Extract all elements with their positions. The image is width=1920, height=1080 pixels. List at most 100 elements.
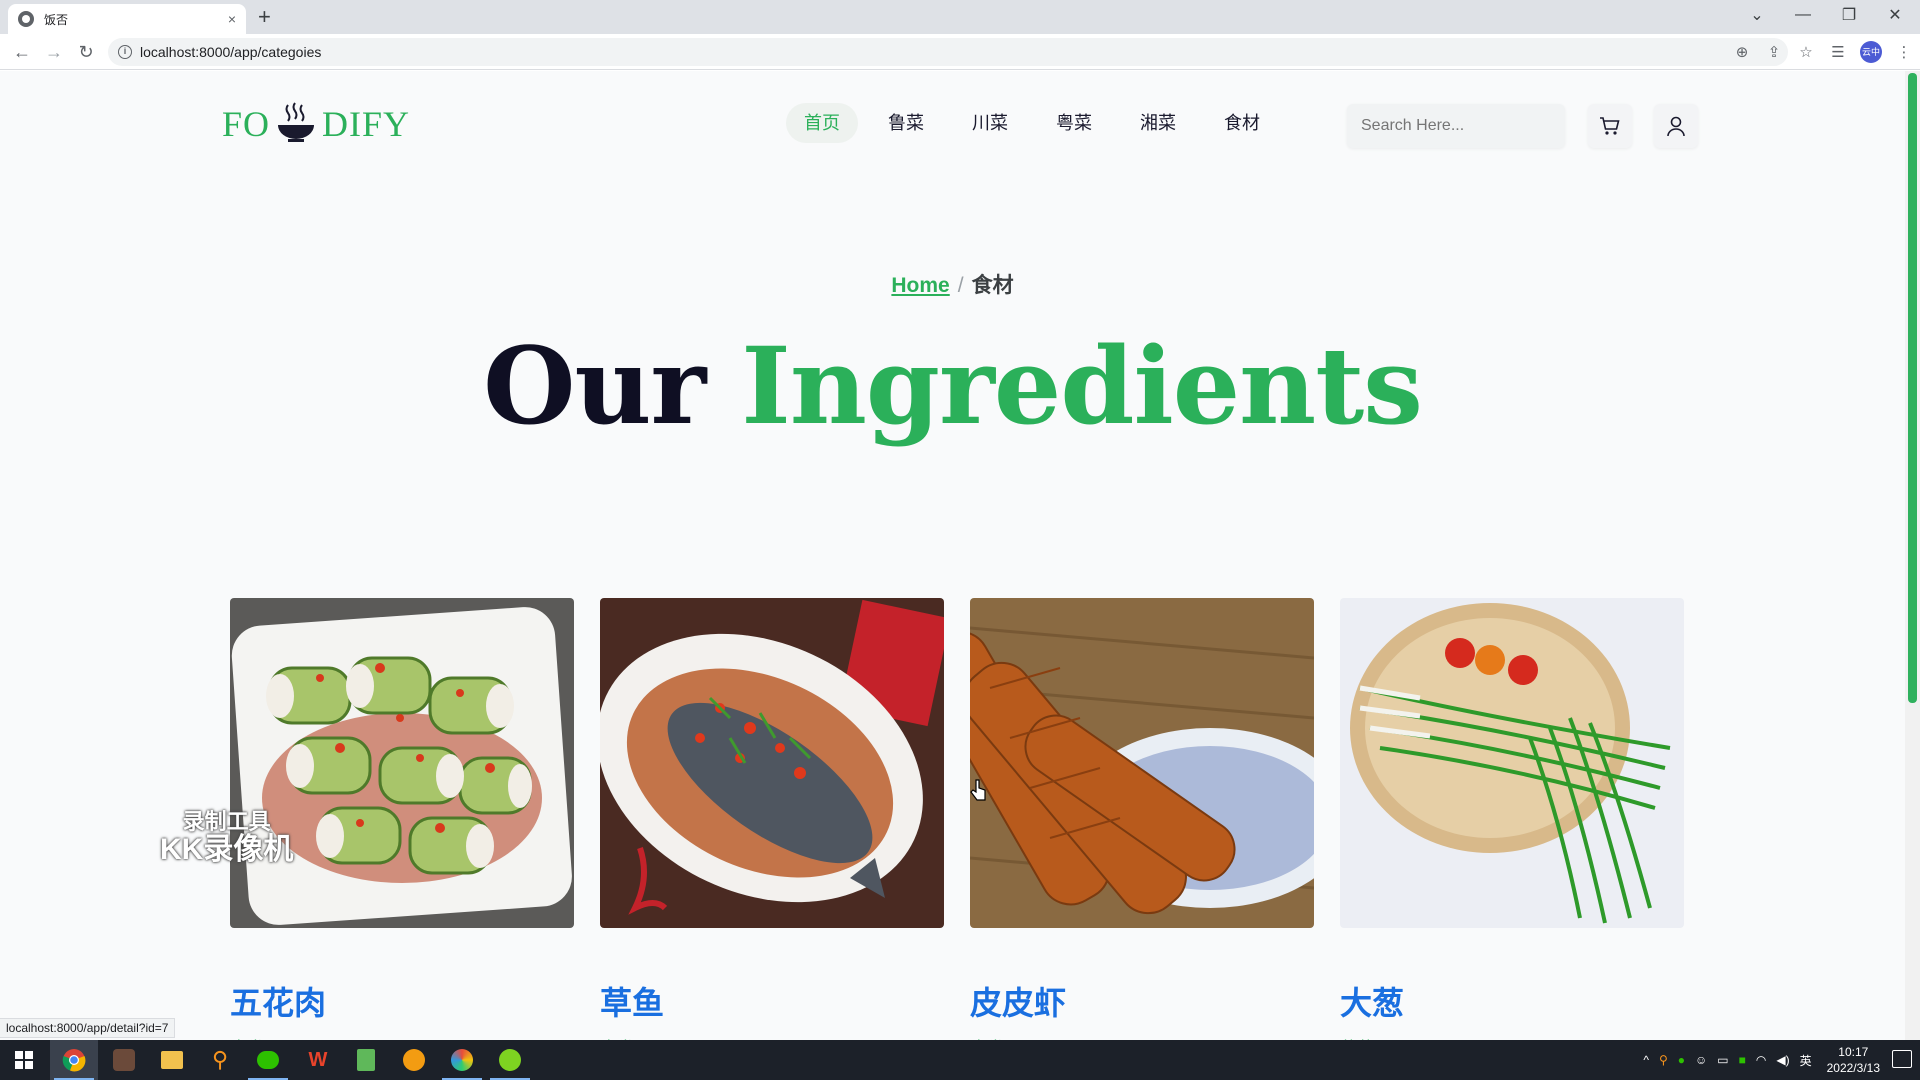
taskbar-wechat[interactable] bbox=[244, 1040, 292, 1080]
ingredient-image-fish[interactable] bbox=[600, 598, 944, 928]
bookmark-star-icon[interactable]: ☆ bbox=[1790, 43, 1822, 61]
tray-search-icon[interactable]: ⚲ bbox=[1659, 1053, 1668, 1067]
ingredient-image-shrimp[interactable] bbox=[970, 598, 1314, 928]
wifi-icon[interactable]: ◠ bbox=[1756, 1053, 1766, 1067]
ingredient-image-scallion[interactable] bbox=[1340, 598, 1684, 928]
recorder-icon bbox=[451, 1049, 473, 1071]
taskbar-explorer[interactable] bbox=[148, 1040, 196, 1080]
cart-icon bbox=[1600, 117, 1620, 135]
new-tab-button[interactable]: + bbox=[258, 4, 271, 30]
reading-list-icon[interactable]: ☰ bbox=[1822, 43, 1854, 61]
browser-tab[interactable]: 饭否 × bbox=[8, 4, 246, 34]
tray-wechat-icon[interactable]: ● bbox=[1678, 1053, 1685, 1067]
back-arrow-icon[interactable]: ← bbox=[10, 40, 34, 64]
ingredient-image-pork[interactable] bbox=[230, 598, 574, 928]
forward-arrow-icon[interactable]: → bbox=[42, 40, 66, 64]
share-icon[interactable]: ⇪ bbox=[1758, 43, 1790, 61]
start-button[interactable] bbox=[0, 1040, 48, 1080]
taskbar-search-app[interactable]: ⚲ bbox=[196, 1040, 244, 1080]
breadcrumb: Home / 食材 bbox=[0, 269, 1905, 299]
logo-text-left: FO bbox=[222, 104, 271, 144]
recorder-watermark: 录制工具 KK录像机 bbox=[160, 808, 294, 866]
bowl-icon bbox=[278, 102, 315, 142]
ingredient-card[interactable]: 大葱 蔬菜 bbox=[1340, 598, 1684, 1040]
taskbar-chrome[interactable] bbox=[50, 1040, 98, 1080]
nav-item-lu[interactable]: 鲁菜 bbox=[870, 103, 942, 143]
ingredient-grid: 五花肉 肉类 bbox=[230, 598, 1684, 1040]
taskbar-wps[interactable]: W bbox=[294, 1040, 342, 1080]
watermark-line1: 录制工具 bbox=[182, 809, 271, 834]
address-bar[interactable]: i localhost:8000/app/categoies bbox=[108, 38, 1788, 66]
clock-date: 2022/3/13 bbox=[1826, 1061, 1880, 1075]
hand-cursor-icon bbox=[970, 779, 986, 801]
menu-kebab-icon[interactable]: ⋮ bbox=[1888, 43, 1920, 61]
tab-title: 饭否 bbox=[44, 12, 69, 27]
os-taskbar: ⚲ W ^ ⚲ ● ☺ ▭ ■ ◠ ◀) 英 10:17 2022/3/13 bbox=[0, 1040, 1920, 1080]
watermark-line2: KK录像机 bbox=[160, 833, 294, 866]
breadcrumb-separator: / bbox=[957, 274, 964, 297]
account-button[interactable] bbox=[1654, 104, 1698, 148]
breadcrumb-home-link[interactable]: Home bbox=[891, 274, 949, 297]
nav-item-ingredients[interactable]: 食材 bbox=[1206, 103, 1278, 143]
taskbar-app-7[interactable] bbox=[390, 1040, 438, 1080]
page-scrollbar[interactable] bbox=[1905, 71, 1920, 1040]
system-tray: ^ ⚲ ● ☺ ▭ ■ ◠ ◀) 英 10:17 2022/3/13 bbox=[1638, 1040, 1880, 1080]
page-title: Our Ingredients bbox=[0, 323, 1905, 448]
clock-time: 10:17 bbox=[1838, 1045, 1869, 1059]
app-icon bbox=[499, 1049, 521, 1071]
volume-icon[interactable]: ◀) bbox=[1776, 1053, 1789, 1067]
tab-search-icon[interactable]: ⌄ bbox=[1734, 5, 1780, 25]
tray-app-icon[interactable]: ■ bbox=[1739, 1053, 1746, 1067]
app-icon bbox=[113, 1049, 135, 1071]
windows-logo-icon bbox=[15, 1051, 33, 1069]
magnifier-icon: ⚲ bbox=[211, 1047, 229, 1072]
notification-center-icon[interactable] bbox=[1892, 1050, 1912, 1068]
link-status-bubble: localhost:8000/app/detail?id=7 bbox=[0, 1018, 176, 1038]
restore-button[interactable]: ❐ bbox=[1826, 5, 1872, 25]
close-tab-icon[interactable]: × bbox=[228, 11, 236, 27]
search-box bbox=[1347, 104, 1568, 148]
user-icon bbox=[1667, 116, 1685, 137]
toolbar-actions: ⊕ ⇪ ☆ ☰ 云中 ⋮ bbox=[1726, 34, 1920, 70]
reload-icon[interactable]: ↻ bbox=[74, 40, 98, 64]
browser-toolbar: ← → ↻ i localhost:8000/app/categoies bbox=[0, 34, 1920, 70]
taskbar-app-2[interactable] bbox=[100, 1040, 148, 1080]
page-title-word1: Our bbox=[483, 323, 706, 448]
ingredient-card[interactable]: 皮皮虾 肉类 bbox=[970, 598, 1314, 1040]
close-window-button[interactable]: ✕ bbox=[1872, 5, 1918, 25]
main-nav: 首页 鲁菜 川菜 粤菜 湘菜 食材 bbox=[786, 103, 1290, 143]
tray-expand-icon[interactable]: ^ bbox=[1643, 1053, 1649, 1067]
taskbar-recorder[interactable] bbox=[438, 1040, 486, 1080]
taskbar-app-9[interactable] bbox=[486, 1040, 534, 1080]
profile-avatar[interactable]: 云中 bbox=[1860, 41, 1882, 63]
ime-indicator[interactable]: 英 bbox=[1800, 1052, 1812, 1069]
chrome-icon bbox=[62, 1049, 86, 1072]
search-input[interactable] bbox=[1361, 117, 1568, 135]
folder-icon bbox=[161, 1051, 183, 1069]
clock[interactable]: 10:17 2022/3/13 bbox=[1827, 1044, 1880, 1076]
ingredient-name[interactable]: 五花肉 bbox=[230, 978, 574, 1024]
ingredient-name[interactable]: 皮皮虾 bbox=[970, 978, 1314, 1024]
ingredient-name[interactable]: 草鱼 bbox=[600, 978, 944, 1024]
notepad-icon bbox=[357, 1049, 375, 1071]
page-viewport: FO DIFY 首页 鲁菜 川菜 粤菜 湘菜 食材 Search Here...… bbox=[0, 71, 1905, 1040]
cart-button[interactable] bbox=[1588, 104, 1632, 148]
nav-item-chuan[interactable]: 川菜 bbox=[954, 103, 1026, 143]
breadcrumb-current: 食材 bbox=[971, 274, 1014, 297]
address-url: localhost:8000/app/categoies bbox=[140, 44, 322, 60]
nav-item-yue[interactable]: 粤菜 bbox=[1038, 103, 1110, 143]
ingredient-card[interactable]: 草鱼 肉类 bbox=[600, 598, 944, 1040]
minimize-button[interactable]: — bbox=[1780, 6, 1826, 24]
globe-icon bbox=[18, 11, 34, 27]
site-info-icon[interactable]: i bbox=[118, 45, 132, 59]
taskbar-notepad[interactable] bbox=[342, 1040, 390, 1080]
tray-battery-icon[interactable]: ▭ bbox=[1717, 1053, 1728, 1067]
scrollbar-thumb[interactable] bbox=[1908, 73, 1917, 703]
nav-item-home[interactable]: 首页 bbox=[786, 103, 858, 143]
site-logo[interactable]: FO DIFY bbox=[222, 101, 410, 145]
browser-tab-strip: 饭否 × + ⌄ — ❐ ✕ bbox=[0, 0, 1920, 34]
nav-item-xiang[interactable]: 湘菜 bbox=[1122, 103, 1194, 143]
tray-qq-icon[interactable]: ☺ bbox=[1695, 1053, 1707, 1067]
zoom-icon[interactable]: ⊕ bbox=[1726, 43, 1758, 61]
ingredient-name[interactable]: 大葱 bbox=[1340, 978, 1684, 1024]
